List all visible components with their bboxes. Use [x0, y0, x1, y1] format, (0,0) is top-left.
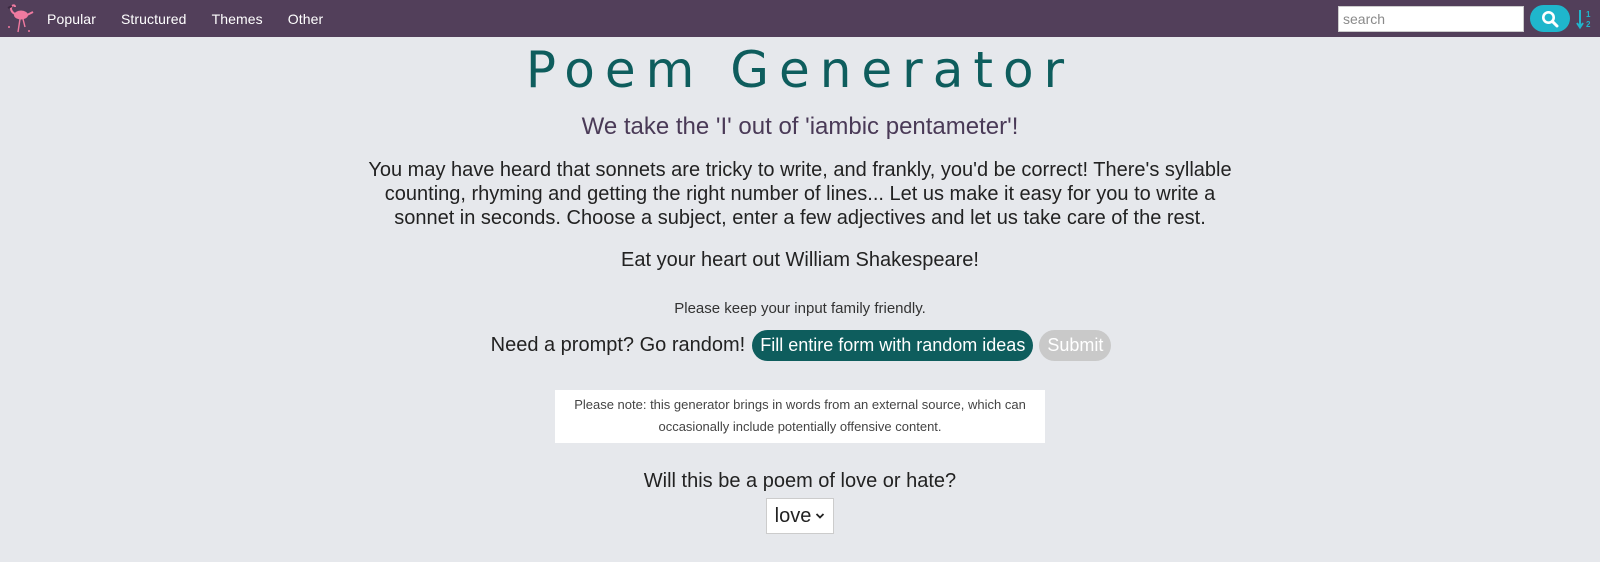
- nav-link-structured[interactable]: Structured: [121, 11, 187, 27]
- tagline: Eat your heart out William Shakespeare!: [621, 249, 979, 271]
- love-hate-question: Will this be a poem of love or hate?: [643, 470, 957, 492]
- page-subtitle: We take the 'I' out of 'iambic pentamete…: [581, 113, 1019, 140]
- flamingo-logo-icon[interactable]: [2, 3, 36, 35]
- nav-links: Popular Structured Themes Other: [47, 11, 348, 27]
- svg-text:1: 1: [1586, 10, 1591, 19]
- submit-button[interactable]: Submit: [1039, 329, 1112, 361]
- prompt-label: Need a prompt? Go random!: [490, 333, 746, 356]
- random-prompt-row: Need a prompt? Go random! Fill entire fo…: [0, 329, 1600, 361]
- content-warning-box: Please note: this generator brings in wo…: [555, 390, 1045, 443]
- nav-link-themes[interactable]: Themes: [212, 11, 263, 27]
- page-title: Poem Generator: [525, 41, 1075, 99]
- love-hate-select[interactable]: love: [766, 498, 834, 534]
- top-navbar: Popular Structured Themes Other 1 2: [0, 0, 1600, 37]
- main-content: Poem Generator We take the 'I' out of 'i…: [0, 37, 1600, 534]
- search-icon: [1541, 10, 1559, 28]
- select-value: love: [774, 504, 812, 527]
- fill-random-button[interactable]: Fill entire form with random ideas: [752, 329, 1034, 361]
- sort-numeric-icon[interactable]: 1 2: [1574, 6, 1596, 32]
- search-input[interactable]: [1338, 5, 1524, 32]
- nav-search-area: 1 2: [1338, 0, 1600, 37]
- intro-paragraph: You may have heard that sonnets are tric…: [368, 159, 1232, 229]
- love-hate-select-wrap: love: [0, 498, 1600, 534]
- chevron-down-icon: [815, 512, 825, 520]
- family-friendly-note: Please keep your input family friendly.: [674, 300, 926, 317]
- nav-link-other[interactable]: Other: [288, 11, 324, 27]
- search-button[interactable]: [1530, 5, 1570, 32]
- nav-link-popular[interactable]: Popular: [47, 11, 96, 27]
- svg-text:2: 2: [1586, 20, 1591, 29]
